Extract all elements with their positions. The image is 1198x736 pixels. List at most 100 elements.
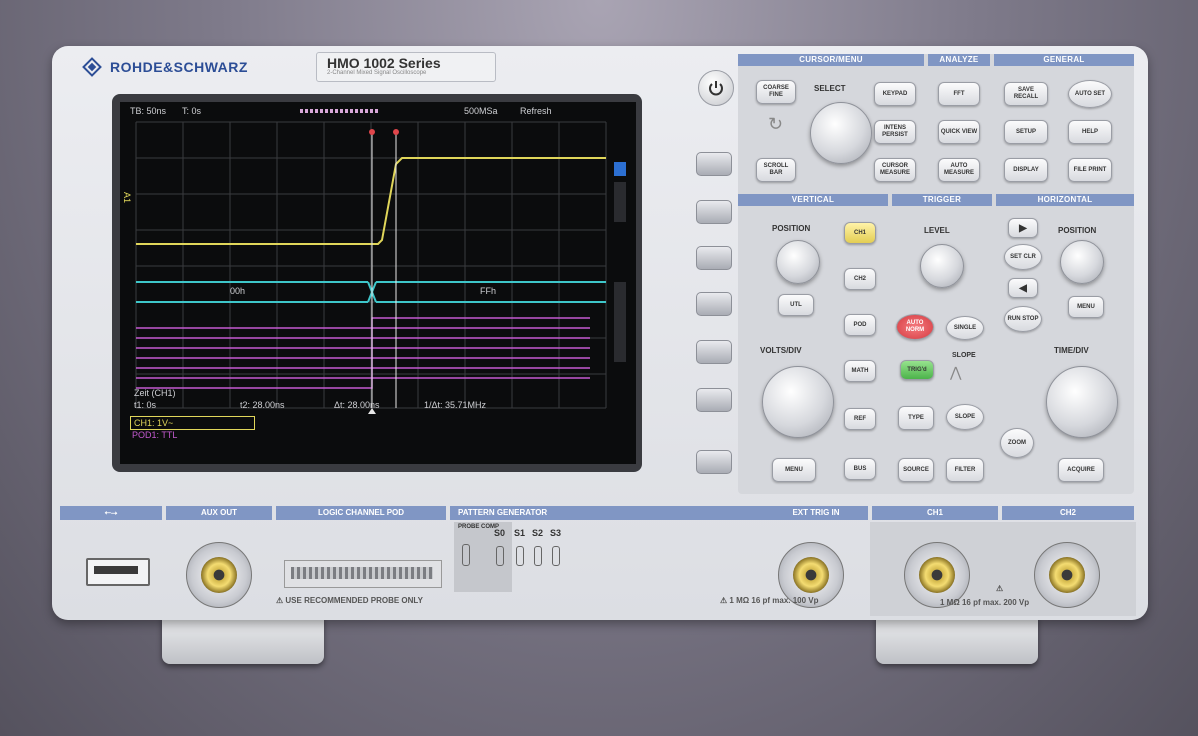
- level-label: LEVEL: [924, 226, 950, 235]
- logic-waveforms: [136, 317, 590, 389]
- ref-button[interactable]: REF: [844, 408, 876, 430]
- s1-pin[interactable]: [516, 546, 524, 566]
- fft-button[interactable]: FFT: [938, 82, 980, 106]
- model-badge: HMO 1002 Series 2-Channel Mixed Signal O…: [316, 52, 496, 82]
- power-button[interactable]: [698, 70, 734, 106]
- filter-button[interactable]: FILTER: [946, 458, 984, 482]
- intens-persist-button[interactable]: INTENS PERSIST: [874, 120, 916, 144]
- save-recall-button[interactable]: SAVE RECALL: [1004, 82, 1048, 106]
- softkey-menu-off[interactable]: [696, 450, 732, 474]
- softkey-4[interactable]: [696, 292, 732, 316]
- logic-pod-connector[interactable]: [284, 560, 442, 588]
- ch2-input-header: CH2: [1002, 506, 1134, 520]
- play-right-button[interactable]: ▶: [1008, 218, 1038, 238]
- vertical-position-knob[interactable]: [776, 240, 820, 284]
- probe-comp-label: PROBE COMP: [458, 524, 500, 530]
- front-connectors: ⭠⭢ AUX OUT LOGIC CHANNEL POD PATTERN GEN…: [52, 504, 1148, 620]
- math-button[interactable]: MATH: [844, 360, 876, 382]
- softkey-2[interactable]: [696, 200, 732, 224]
- cursor-t2: t2: 28.00ns: [240, 400, 285, 410]
- scroll-bar-button[interactable]: SCROLL BAR: [756, 158, 796, 182]
- auto-measure-button[interactable]: AUTO MEASURE: [938, 158, 980, 182]
- volts-div-knob[interactable]: [762, 366, 834, 438]
- ext-trig-spec: ⚠ 1 MΩ 16 pf max. 100 Vp: [720, 596, 819, 605]
- cursor-measure-button[interactable]: CURSOR MEASURE: [874, 158, 916, 182]
- pod-info: POD1: TTL: [132, 430, 178, 440]
- cursor-title: Zeit (CH1): [134, 388, 176, 398]
- slope-indicator-label: SLOPE: [952, 352, 976, 359]
- time-div-knob[interactable]: [1046, 366, 1118, 438]
- single-button[interactable]: SINGLE: [946, 316, 984, 340]
- ch1-marker: A1: [122, 192, 132, 204]
- play-left-button[interactable]: ◀: [1008, 278, 1038, 298]
- auto-norm-button[interactable]: AUTO NORM: [896, 314, 934, 340]
- trigger-type-button[interactable]: TYPE: [898, 406, 934, 430]
- file-print-button[interactable]: FILE PRINT: [1068, 158, 1112, 182]
- analyze-header: ANALYZE: [928, 54, 990, 66]
- acquire-button[interactable]: ACQUIRE: [1058, 458, 1104, 482]
- ch1-input-header: CH1: [872, 506, 998, 520]
- slope-button[interactable]: SLOPE: [946, 404, 984, 430]
- s3-pin[interactable]: [552, 546, 560, 566]
- ch1-button[interactable]: CH1: [844, 222, 876, 244]
- brand-name: ROHDE&SCHWARZ: [110, 59, 248, 75]
- model-name: HMO 1002 Series: [327, 55, 441, 71]
- softkey-6[interactable]: [696, 388, 732, 412]
- aux-out-connector[interactable]: [186, 542, 252, 608]
- time-div-label: TIME/DIV: [1054, 346, 1089, 355]
- cursor-menu-header: CURSOR/MENU: [738, 54, 924, 66]
- probe-warning: ⚠ USE RECOMMENDED PROBE ONLY: [276, 596, 423, 605]
- horizontal-menu-button[interactable]: MENU: [1068, 296, 1104, 318]
- horizontal-position-knob[interactable]: [1060, 240, 1104, 284]
- utl-button[interactable]: UTL: [778, 294, 814, 316]
- ch1-info-box: CH1: 1V~: [130, 416, 255, 430]
- s0-pin[interactable]: [496, 546, 504, 566]
- keypad-button[interactable]: KEYPAD: [874, 82, 916, 106]
- logic-pod-header: LOGIC CHANNEL POD: [276, 506, 446, 520]
- diamond-logo-icon: [82, 57, 102, 77]
- softkey-1[interactable]: [696, 152, 732, 176]
- trigger-level-knob[interactable]: [920, 244, 964, 288]
- source-button[interactable]: SOURCE: [898, 458, 934, 482]
- display-button[interactable]: DISPLAY: [1004, 158, 1048, 182]
- run-stop-button[interactable]: RUN STOP: [1004, 306, 1042, 332]
- bus-value-right: FFh: [480, 286, 497, 296]
- setup-button[interactable]: SETUP: [1004, 120, 1048, 144]
- ch2-input-connector[interactable]: [1034, 542, 1100, 608]
- s2-label: S2: [532, 528, 544, 538]
- control-panel: CURSOR/MENU ANALYZE GENERAL COARSE FINE …: [738, 54, 1134, 494]
- probe-warning-text: USE RECOMMENDED PROBE ONLY: [285, 596, 423, 605]
- vertical-menu-button[interactable]: MENU: [772, 458, 816, 482]
- general-header: GENERAL: [994, 54, 1134, 66]
- vertical-header: VERTICAL: [738, 194, 888, 206]
- aux-out-header: AUX OUT: [166, 506, 272, 520]
- softkey-5[interactable]: [696, 340, 732, 364]
- cursor-delta: Δt: 28.00ns: [334, 400, 380, 410]
- horizontal-header: HORIZONTAL: [996, 194, 1134, 206]
- vertical-position-label: POSITION: [772, 224, 811, 233]
- softkey-3[interactable]: [696, 246, 732, 270]
- s2-pin[interactable]: [534, 546, 542, 566]
- help-button[interactable]: HELP: [1068, 120, 1112, 144]
- bus-value-left: 00h: [230, 286, 246, 296]
- auto-set-button[interactable]: AUTO SET: [1068, 80, 1112, 108]
- trigd-indicator: TRIG'd: [900, 360, 934, 380]
- probe-comp-pin[interactable]: [462, 544, 470, 566]
- pod-button[interactable]: POD: [844, 314, 876, 336]
- s3-label: S3: [550, 528, 562, 538]
- oscilloscope-display: TB: 50ns T: 0s 500MSa Refresh A1 00h FFh…: [120, 102, 636, 464]
- cursor-t1: t1: 0s: [134, 400, 157, 410]
- usb-port[interactable]: [86, 558, 150, 586]
- quick-view-button[interactable]: QUICK VIEW: [938, 120, 980, 144]
- ext-trig-header: EXT TRIG IN: [792, 508, 840, 517]
- ch2-button[interactable]: CH2: [844, 268, 876, 290]
- set-clr-button[interactable]: SET CLR: [1004, 244, 1042, 270]
- select-knob[interactable]: [810, 102, 872, 164]
- bus-button[interactable]: BUS: [844, 458, 876, 480]
- zoom-button[interactable]: ZOOM: [1000, 428, 1034, 458]
- horizontal-position-label: POSITION: [1058, 226, 1097, 235]
- channel-warning-icon: ⚠: [996, 584, 1004, 593]
- oscilloscope-body: ROHDE&SCHWARZ HMO 1002 Series 2-Channel …: [52, 46, 1148, 620]
- slope-icon: ⋀: [950, 364, 962, 380]
- coarse-fine-button[interactable]: COARSE FINE: [756, 80, 796, 104]
